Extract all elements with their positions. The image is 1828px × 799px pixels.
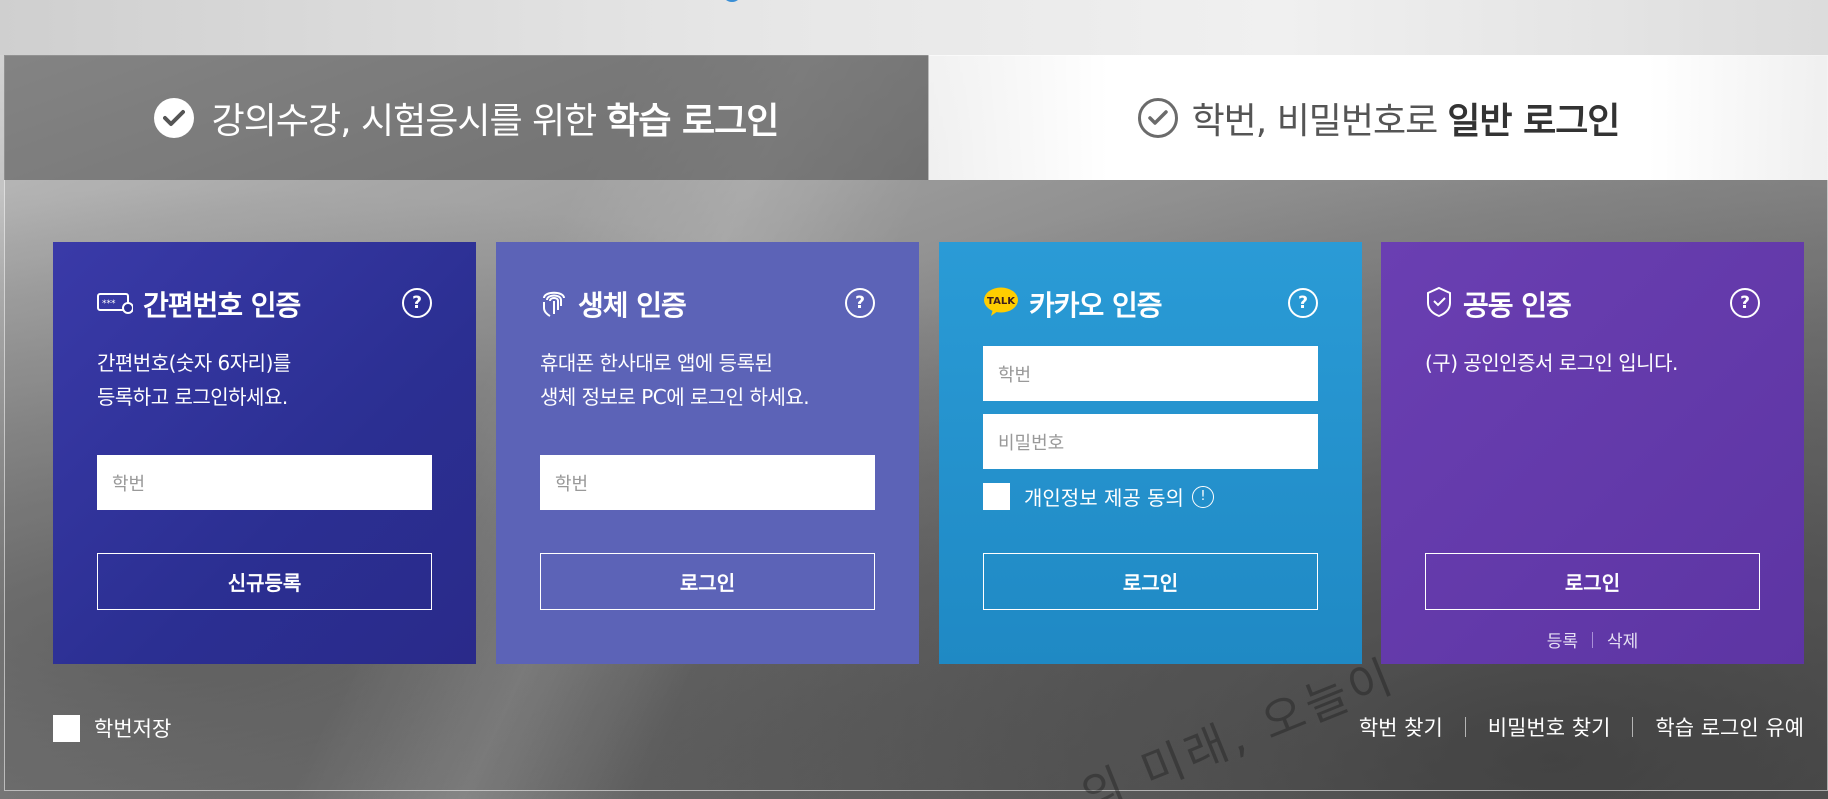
login-button[interactable]: 로그인 bbox=[540, 553, 875, 610]
card-description: 휴대폰 한사대로 앱에 등록된 생체 정보로 PC에 로그인 하세요. bbox=[540, 346, 879, 414]
card-description: (구) 공인인증서 로그인 입니다. bbox=[1425, 346, 1764, 380]
card-certificate: 공동 인증 ? (구) 공인인증서 로그인 입니다. 로그인 등록 삭제 bbox=[1381, 242, 1804, 664]
save-id-checkbox[interactable] bbox=[53, 714, 80, 742]
card-header: 생체 인증 ? bbox=[540, 284, 875, 324]
card-biometric: 생체 인증 ? 휴대폰 한사대로 앱에 등록된 생체 정보로 PC에 로그인 하… bbox=[496, 242, 919, 664]
desc-line: 생체 정보로 PC에 로그인 하세요. bbox=[540, 385, 810, 409]
delete-link[interactable]: 삭제 bbox=[1607, 627, 1638, 652]
card-header: 공동 인증 ? bbox=[1425, 284, 1760, 324]
save-id-row: 학번저장 bbox=[53, 713, 171, 743]
tab-learning-label: 학습 로그인 bbox=[606, 100, 779, 142]
divider bbox=[1592, 631, 1593, 648]
privacy-consent-row: 개인정보 제공 동의 ! bbox=[983, 482, 1214, 511]
check-circle-outline-icon bbox=[1137, 97, 1178, 138]
shield-check-icon bbox=[1425, 286, 1453, 322]
privacy-consent-label: 개인정보 제공 동의 bbox=[1024, 486, 1184, 510]
learning-login-notice-link[interactable]: 학습 로그인 유예 bbox=[1655, 712, 1804, 742]
fingerprint-icon bbox=[540, 286, 568, 322]
find-id-link[interactable]: 학번 찾기 bbox=[1359, 712, 1443, 742]
help-button[interactable]: ? bbox=[1288, 288, 1318, 318]
card-simple-pin: *** 간편번호 인증 ? 간편번호(숫자 6자리)를 등록하고 로그인하세요.… bbox=[53, 242, 476, 664]
divider bbox=[1464, 717, 1466, 737]
card-title: 간편번호 인증 bbox=[143, 289, 301, 322]
svg-text:TALK: TALK bbox=[987, 296, 1016, 307]
login-button[interactable]: 로그인 bbox=[983, 553, 1318, 610]
student-id-input[interactable]: 학번 bbox=[983, 346, 1318, 401]
card-title: 공동 인증 bbox=[1463, 289, 1572, 322]
check-circle-icon bbox=[153, 97, 194, 138]
card-header: *** 간편번호 인증 ? bbox=[97, 284, 432, 324]
card-title: 생체 인증 bbox=[578, 289, 687, 322]
desc-line: 휴대폰 한사대로 앱에 등록된 bbox=[540, 351, 773, 375]
desc-line: (구) 공인인증서 로그인 입니다. bbox=[1425, 351, 1678, 375]
register-button[interactable]: 신규등록 bbox=[97, 553, 432, 610]
tab-general-prefix: 학번, 비밀번호로 bbox=[1191, 100, 1439, 142]
footer-links: 학번 찾기 비밀번호 찾기 학습 로그인 유예 bbox=[1359, 712, 1804, 742]
certificate-links: 등록 삭제 bbox=[1381, 627, 1804, 652]
tab-general-login[interactable]: 학번, 비밀번호로 일반 로그인 bbox=[929, 55, 1828, 180]
student-id-input[interactable]: 학번 bbox=[540, 455, 875, 510]
kakao-talk-icon: TALK bbox=[983, 287, 1019, 321]
find-password-link[interactable]: 비밀번호 찾기 bbox=[1488, 712, 1611, 742]
svg-text:***: *** bbox=[102, 299, 116, 309]
divider bbox=[1632, 717, 1634, 737]
tab-learning-login[interactable]: 강의수강, 시험응시를 위한 학습 로그인 bbox=[4, 55, 929, 180]
student-id-input[interactable]: 학번 bbox=[97, 455, 432, 510]
save-id-label: 학번저장 bbox=[94, 717, 172, 741]
tab-general-label: 일반 로그인 bbox=[1447, 100, 1620, 142]
card-kakao: TALK 카카오 인증 ? 학번 비밀번호 개인정보 제공 동의 ! 로그인 bbox=[939, 242, 1362, 664]
desc-line: 간편번호(숫자 6자리)를 bbox=[97, 351, 291, 375]
help-button[interactable]: ? bbox=[1730, 288, 1760, 318]
help-button[interactable]: ? bbox=[845, 288, 875, 318]
card-title: 카카오 인증 bbox=[1029, 289, 1163, 322]
top-header-strip bbox=[0, 0, 1828, 55]
help-button[interactable]: ? bbox=[402, 288, 432, 318]
privacy-consent-checkbox[interactable] bbox=[983, 483, 1010, 510]
card-description: 간편번호(숫자 6자리)를 등록하고 로그인하세요. bbox=[97, 346, 436, 414]
desc-line: 등록하고 로그인하세요. bbox=[97, 385, 288, 409]
header-indicator bbox=[722, 0, 742, 2]
pin-pad-icon: *** bbox=[97, 290, 134, 318]
tab-learning-prefix: 강의수강, 시험응시를 위한 bbox=[211, 100, 598, 142]
login-button[interactable]: 로그인 bbox=[1425, 553, 1760, 610]
card-header: TALK 카카오 인증 ? bbox=[983, 284, 1318, 324]
info-icon[interactable]: ! bbox=[1191, 485, 1214, 508]
password-input[interactable]: 비밀번호 bbox=[983, 414, 1318, 469]
register-link[interactable]: 등록 bbox=[1547, 627, 1578, 652]
